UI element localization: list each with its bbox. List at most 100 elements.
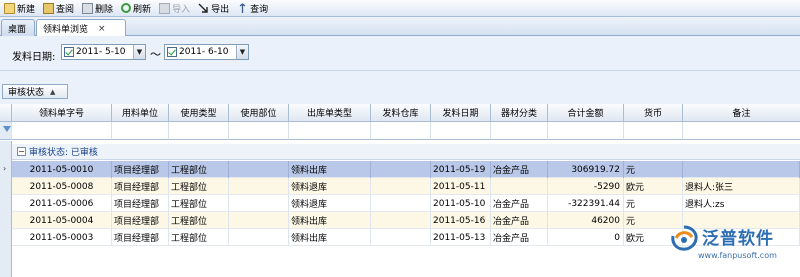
tab-requisition-browse[interactable]: 领料单浏览 ×	[36, 19, 126, 37]
filter-cell[interactable]	[112, 122, 169, 140]
cell-usage-part[interactable]	[229, 178, 289, 195]
table-row[interactable]: 2011-05-0010 项目经理部 工程部位 领料出库 2011-05-19 冶金产品 3…	[12, 161, 800, 178]
chevron-down-icon[interactable]: ▼	[133, 45, 145, 59]
chevron-down-icon[interactable]: ▼	[236, 45, 248, 59]
cell-category[interactable]	[491, 178, 548, 195]
cell-category[interactable]: 冶金产品	[491, 212, 548, 229]
cell-outbound-type[interactable]: 领料退库	[289, 178, 371, 195]
cell-usage-type[interactable]: 工程部位	[169, 161, 229, 178]
filter-cell[interactable]	[12, 122, 112, 140]
cell-warehouse[interactable]	[371, 229, 431, 246]
query-button[interactable]: 查询	[234, 1, 271, 16]
cell-total-amount[interactable]: -5290	[548, 178, 624, 195]
cell-category[interactable]: 冶金产品	[491, 229, 548, 246]
cell-using-unit[interactable]: 项目经理部	[112, 195, 169, 212]
group-row-label: 审核状态: 已审核	[29, 148, 98, 158]
refresh-button[interactable]: 刷新	[118, 1, 154, 16]
cell-requisition-no[interactable]: 2011-05-0004	[12, 212, 112, 229]
filter-cell[interactable]	[229, 122, 289, 140]
column-header-warehouse[interactable]: 发料仓库	[371, 104, 431, 122]
cell-usage-part[interactable]	[229, 229, 289, 246]
table-row[interactable]: 2011-05-0006 项目经理部 工程部位 领料退库 2011-05-10 冶金产品 -…	[12, 195, 800, 212]
collapse-toggle-icon[interactable]: −	[17, 147, 26, 156]
cell-requisition-no[interactable]: 2011-05-0006	[12, 195, 112, 212]
filter-cell[interactable]	[371, 122, 431, 140]
export-button[interactable]: 导出	[195, 1, 232, 16]
column-header-remarks[interactable]: 备注	[683, 104, 800, 122]
column-header-currency[interactable]: 货币	[624, 104, 683, 122]
cell-remarks[interactable]	[683, 161, 800, 178]
column-header-category[interactable]: 器材分类	[491, 104, 548, 122]
date-from-checkbox[interactable]	[64, 47, 74, 57]
cell-usage-part[interactable]	[229, 212, 289, 229]
delete-button[interactable]: 删除	[79, 1, 116, 16]
cell-using-unit[interactable]: 项目经理部	[112, 178, 169, 195]
cell-usage-type[interactable]: 工程部位	[169, 195, 229, 212]
cell-using-unit[interactable]: 项目经理部	[112, 161, 169, 178]
filter-row-indicator[interactable]	[0, 122, 12, 140]
column-header-requisition-no[interactable]: 领料单字号	[12, 104, 112, 122]
import-button[interactable]: 导入	[156, 1, 193, 16]
cell-currency[interactable]: 欧元	[624, 178, 683, 195]
cell-requisition-no[interactable]: 2011-05-0008	[12, 178, 112, 195]
cell-issue-date[interactable]: 2011-05-10	[431, 195, 491, 212]
cell-total-amount[interactable]: 0	[548, 229, 624, 246]
table-row[interactable]: 2011-05-0008 项目经理部 工程部位 领料退库 2011-05-11 -5290…	[12, 178, 800, 195]
cell-currency[interactable]: 元	[624, 195, 683, 212]
column-header-issue-date[interactable]: 发料日期	[431, 104, 491, 122]
date-from-picker[interactable]: 2011- 5-10 ▼	[61, 44, 146, 60]
cell-using-unit[interactable]: 项目经理部	[112, 229, 169, 246]
group-chip-audit-status[interactable]: 审核状态 ▲	[2, 84, 68, 99]
cell-usage-part[interactable]	[229, 195, 289, 212]
cell-total-amount[interactable]: 46200	[548, 212, 624, 229]
cell-usage-part[interactable]	[229, 161, 289, 178]
view-button[interactable]: 查阅	[40, 1, 77, 16]
cell-issue-date[interactable]: 2011-05-13	[431, 229, 491, 246]
cell-warehouse[interactable]	[371, 212, 431, 229]
cell-usage-type[interactable]: 工程部位	[169, 229, 229, 246]
filter-cell[interactable]	[548, 122, 624, 140]
filter-cell[interactable]	[624, 122, 683, 140]
cell-using-unit[interactable]: 项目经理部	[112, 212, 169, 229]
cell-issue-date[interactable]: 2011-05-11	[431, 178, 491, 195]
date-to-picker[interactable]: 2011- 6-10 ▼	[164, 44, 249, 60]
column-header-outbound-type[interactable]: 出库单类型	[289, 104, 371, 122]
cell-usage-type[interactable]: 工程部位	[169, 178, 229, 195]
cell-outbound-type[interactable]: 领料出库	[289, 212, 371, 229]
tab-desktop[interactable]: 桌面	[1, 19, 35, 36]
column-header-total-amount[interactable]: 合计金额	[548, 104, 624, 122]
cell-outbound-type[interactable]: 领料出库	[289, 229, 371, 246]
cell-warehouse[interactable]	[371, 178, 431, 195]
cell-outbound-type[interactable]: 领料退库	[289, 195, 371, 212]
column-header-usage-part[interactable]: 使用部位	[229, 104, 289, 122]
column-header-usage-type[interactable]: 使用类型	[169, 104, 229, 122]
filter-cell[interactable]	[491, 122, 548, 140]
cell-requisition-no[interactable]: 2011-05-0003	[12, 229, 112, 246]
cell-currency[interactable]: 元	[624, 161, 683, 178]
cell-issue-date[interactable]: 2011-05-16	[431, 212, 491, 229]
cell-requisition-no[interactable]: 2011-05-0010	[12, 161, 112, 178]
cell-total-amount[interactable]: -322391.44	[548, 195, 624, 212]
date-to-checkbox[interactable]	[167, 47, 177, 57]
cell-remarks[interactable]: 退料人:张三	[683, 178, 800, 195]
cell-total-amount[interactable]: 306919.72	[548, 161, 624, 178]
cell-usage-type[interactable]: 工程部位	[169, 212, 229, 229]
filter-cell[interactable]	[169, 122, 229, 140]
close-icon[interactable]: ×	[98, 24, 106, 34]
tab-bar: 桌面 领料单浏览 ×	[0, 17, 800, 37]
cell-remarks[interactable]: 退料人:zs	[683, 195, 800, 212]
cell-outbound-type[interactable]: 领料出库	[289, 161, 371, 178]
column-header-using-unit[interactable]: 用料单位	[112, 104, 169, 122]
filter-cell[interactable]	[289, 122, 371, 140]
filter-cell[interactable]	[431, 122, 491, 140]
cell-category[interactable]: 冶金产品	[491, 161, 548, 178]
cell-warehouse[interactable]	[371, 195, 431, 212]
group-row-audited[interactable]: − 审核状态: 已审核	[12, 144, 800, 160]
new-button[interactable]: 新建	[1, 1, 38, 16]
column-header-label: 备注	[732, 109, 751, 119]
cell-issue-date[interactable]: 2011-05-19	[431, 161, 491, 178]
cell-warehouse[interactable]	[371, 161, 431, 178]
filter-cell[interactable]	[683, 122, 800, 140]
cell-category[interactable]: 冶金产品	[491, 195, 548, 212]
column-header-label: 发料日期	[442, 109, 479, 119]
